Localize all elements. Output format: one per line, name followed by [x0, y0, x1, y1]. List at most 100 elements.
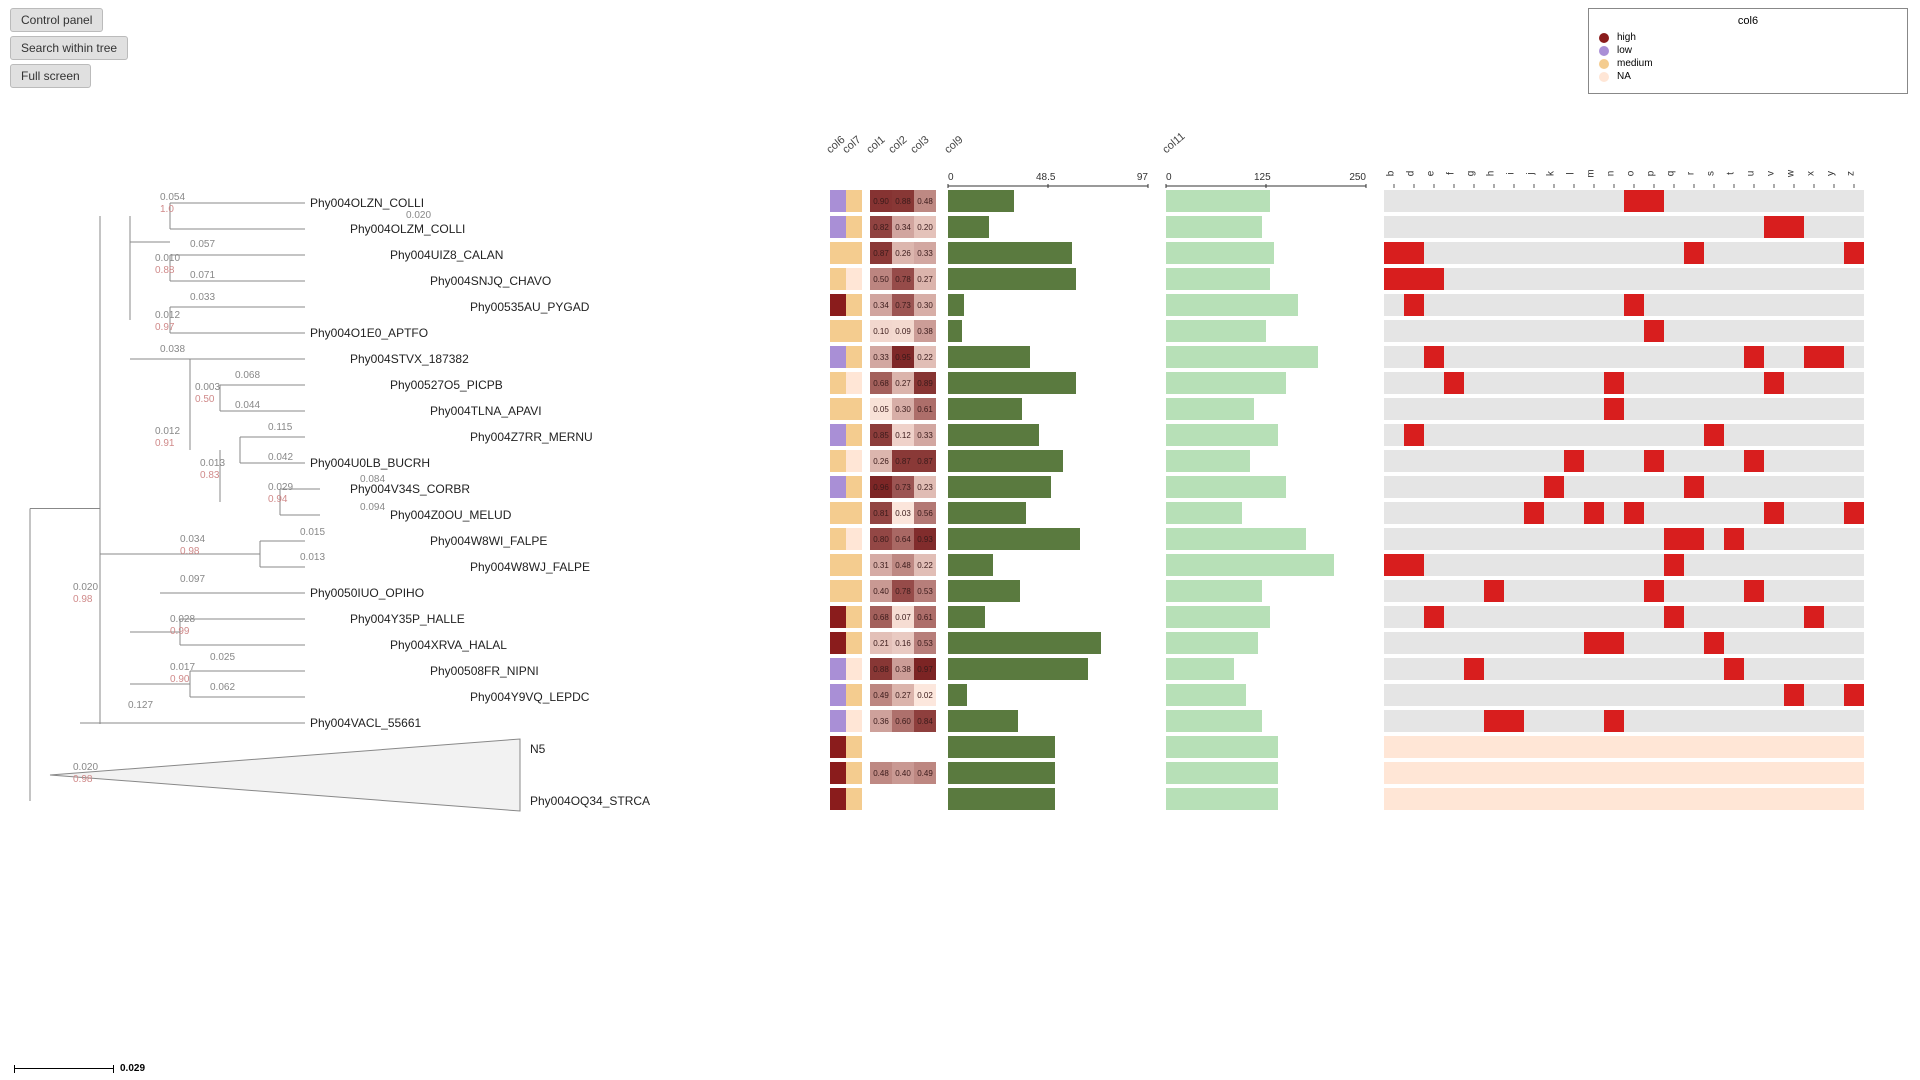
binary-header: u — [1746, 167, 1757, 181]
heat-cell: 0.36 — [870, 710, 892, 732]
col7-cell — [846, 268, 862, 290]
col7-cell — [846, 372, 862, 394]
heat-cell: 0.87 — [914, 450, 936, 472]
col7-cell — [846, 736, 862, 758]
heat-cell: 0.49 — [914, 762, 936, 784]
binary-bg — [1384, 242, 1864, 264]
heat-cell: 0.07 — [892, 606, 914, 628]
data-row: 0.210.160.53 — [10, 632, 1910, 654]
fullscreen-button[interactable]: Full screen — [10, 64, 91, 88]
col9-bar — [948, 788, 1055, 810]
heat-cell: 0.30 — [914, 294, 936, 316]
col11-bar — [1166, 424, 1278, 446]
binary-on — [1544, 476, 1564, 498]
col7-cell — [846, 216, 862, 238]
binary-on — [1844, 242, 1864, 264]
data-row: 0.680.270.89 — [10, 372, 1910, 394]
binary-on — [1784, 684, 1804, 706]
col11-bar — [1166, 190, 1270, 212]
col9-bar — [948, 632, 1101, 654]
binary-on — [1844, 502, 1864, 524]
col7-cell — [846, 242, 862, 264]
binary-header: d — [1406, 167, 1417, 181]
col6-cell — [830, 476, 846, 498]
heat-cell: 0.84 — [914, 710, 936, 732]
binary-header: i — [1506, 167, 1517, 181]
data-row: 0.400.780.53 — [10, 580, 1910, 602]
binary-bg — [1384, 606, 1864, 628]
binary-header: x — [1806, 167, 1817, 181]
binary-on — [1684, 476, 1704, 498]
binary-header: e — [1426, 167, 1437, 181]
heat-cell: 0.88 — [892, 190, 914, 212]
col9-bar — [948, 476, 1051, 498]
binary-on — [1664, 528, 1684, 550]
binary-header: t — [1726, 167, 1737, 181]
binary-on — [1744, 450, 1764, 472]
col6-cell — [830, 216, 846, 238]
binary-on — [1824, 346, 1844, 368]
scale-value: 0.029 — [120, 1063, 145, 1074]
heat-cell: 0.87 — [870, 242, 892, 264]
legend-label: NA — [1617, 70, 1631, 83]
heat-cell: 0.78 — [892, 268, 914, 290]
binary-on — [1424, 268, 1444, 290]
binary-bg — [1384, 424, 1864, 446]
col6-cell — [830, 710, 846, 732]
binary-on — [1384, 554, 1404, 576]
data-row: 0.490.270.02 — [10, 684, 1910, 706]
heat-cell: 0.56 — [914, 502, 936, 524]
heat-cell: 0.68 — [870, 372, 892, 394]
col7-cell — [846, 320, 862, 342]
binary-bg — [1384, 658, 1864, 680]
data-row: 0.360.600.84 — [10, 710, 1910, 732]
heat-cell: 0.20 — [914, 216, 936, 238]
legend-swatch — [1599, 33, 1609, 43]
col9-bar — [948, 346, 1030, 368]
col11-bar — [1166, 502, 1242, 524]
heat-cell — [914, 736, 936, 758]
legend-label: low — [1617, 44, 1632, 57]
heat-cell: 0.50 — [870, 268, 892, 290]
heat-cell: 0.53 — [914, 632, 936, 654]
col9-bar — [948, 606, 985, 628]
col9-bar — [948, 216, 989, 238]
heat-cell: 0.85 — [870, 424, 892, 446]
col11-bar — [1166, 684, 1246, 706]
control-panel-button[interactable]: Control panel — [10, 8, 103, 32]
col7-cell — [846, 632, 862, 654]
col11-bar — [1166, 450, 1250, 472]
col9-bar — [948, 710, 1018, 732]
heat-cell: 0.40 — [870, 580, 892, 602]
heat-cell: 0.02 — [914, 684, 936, 706]
heat-cell: 0.48 — [870, 762, 892, 784]
heat-cell: 0.21 — [870, 632, 892, 654]
binary-on — [1804, 606, 1824, 628]
binary-header: r — [1686, 167, 1697, 181]
binary-on — [1764, 502, 1784, 524]
legend-item: medium — [1599, 57, 1897, 70]
data-row: 0.820.340.20 — [10, 216, 1910, 238]
col6-cell — [830, 554, 846, 576]
binary-on — [1384, 268, 1404, 290]
col9-bar — [948, 684, 967, 706]
heat-cell: 0.05 — [870, 398, 892, 420]
binary-on — [1784, 216, 1804, 238]
legend-item: low — [1599, 44, 1897, 57]
search-tree-button[interactable]: Search within tree — [10, 36, 128, 60]
col7-cell — [846, 450, 862, 472]
data-row — [10, 788, 1910, 810]
col6-cell — [830, 320, 846, 342]
heat-cell: 0.60 — [892, 710, 914, 732]
data-row: 0.960.730.23 — [10, 476, 1910, 498]
heat-cell: 0.27 — [892, 684, 914, 706]
binary-on — [1624, 190, 1644, 212]
col7-cell — [846, 398, 862, 420]
legend-item: NA — [1599, 70, 1897, 83]
heat-cell: 0.90 — [870, 190, 892, 212]
legend-swatch — [1599, 46, 1609, 56]
binary-on — [1404, 554, 1424, 576]
col7-cell — [846, 710, 862, 732]
binary-bg — [1384, 580, 1864, 602]
binary-bg — [1384, 450, 1864, 472]
